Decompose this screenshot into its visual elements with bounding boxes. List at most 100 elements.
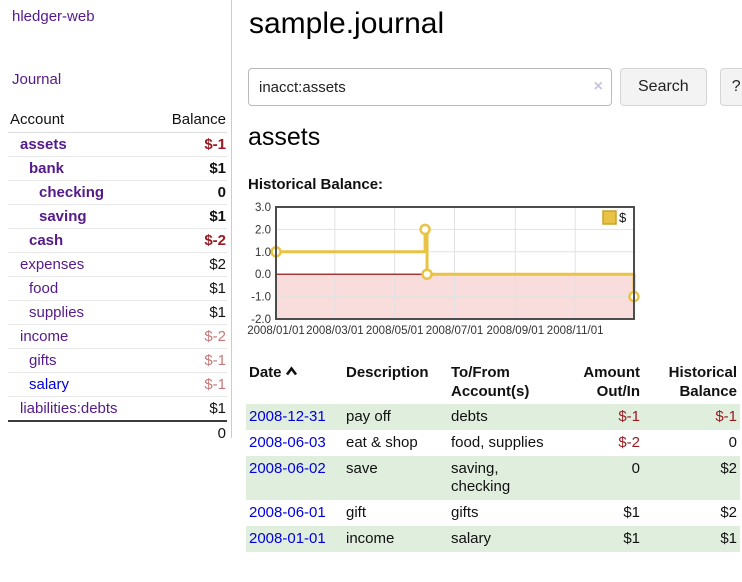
account-row: gifts $-1 — [8, 349, 227, 373]
search-form: × Search ? — [248, 68, 742, 106]
register-col-description: Description — [343, 361, 448, 404]
transaction-row[interactable]: 2008-01-01incomesalary$1$1 — [246, 526, 740, 552]
clear-search-icon[interactable]: × — [594, 77, 603, 97]
transaction-row[interactable]: 2008-06-02 savesaving, checking0$2 — [246, 456, 740, 500]
transaction-amount: 0 — [570, 456, 643, 500]
account-link[interactable]: salary — [29, 376, 69, 393]
account-link[interactable]: assets — [20, 136, 67, 153]
account-link[interactable]: income — [20, 328, 68, 345]
account-row: saving $1 — [8, 205, 227, 229]
transaction-date-link[interactable]: 2008-06-02 — [249, 460, 326, 477]
sidebar: hledger-web Journal Account Balance asse… — [0, 0, 232, 438]
y-tick-label: 2.0 — [255, 224, 271, 236]
account-link[interactable]: liabilities:debts — [20, 400, 118, 417]
account-balance: $1 — [152, 157, 227, 181]
register-table-body: 2008-12-31pay offdebts$-1$-12008-06-03ea… — [246, 404, 740, 552]
account-row: supplies $1 — [8, 301, 227, 325]
account-balance: $1 — [152, 277, 227, 301]
page-title: sample.journal — [246, 0, 742, 41]
app-brand-link[interactable]: hledger-web — [12, 8, 95, 25]
account-balance: $1 — [152, 205, 227, 229]
account-balance: $-1 — [152, 373, 227, 397]
transaction-accounts: gifts — [448, 500, 570, 526]
transaction-description: pay off — [343, 404, 448, 430]
transaction-date-link[interactable]: 2008-06-03 — [249, 434, 326, 451]
register-col-date[interactable]: Date — [246, 361, 343, 404]
accounts-table-body: assets$-1bank$1checking0saving$1cash$-2e… — [8, 133, 227, 422]
transaction-date-link[interactable]: 2008-12-31 — [249, 408, 326, 425]
transaction-accounts: debts — [448, 404, 570, 430]
transaction-date-link[interactable]: 2008-06-01 — [249, 504, 326, 521]
legend-swatch — [603, 211, 616, 224]
transaction-balance: $2 — [643, 456, 740, 500]
account-balance: $-1 — [152, 133, 227, 157]
register-header-row: Date Description To/From Account(s) Amou… — [246, 361, 740, 404]
transaction-description: gift — [343, 500, 448, 526]
accounts-table: Account Balance assets $-1 bank $1 checking 0… — [8, 108, 227, 445]
y-tick-label: 3.0 — [255, 202, 271, 214]
accounts-header-row: Account Balance — [8, 108, 227, 133]
account-link[interactable]: supplies — [29, 304, 84, 321]
accounts-col-balance: Balance — [152, 108, 227, 133]
account-link[interactable]: bank — [29, 160, 64, 177]
account-balance: $-1 — [152, 349, 227, 373]
account-link[interactable]: cash — [29, 232, 63, 249]
account-link[interactable]: saving — [39, 208, 87, 225]
account-link[interactable]: gifts — [29, 352, 57, 369]
transaction-balance: 0 — [643, 430, 740, 456]
transaction-amount: $-2 — [570, 430, 643, 456]
account-link[interactable]: food — [29, 280, 58, 297]
transaction-amount: $-1 — [570, 404, 643, 430]
transaction-accounts: food, supplies — [448, 430, 570, 456]
transaction-row[interactable]: 2008-06-03 eat & shopfood, supplies$-20 — [246, 430, 740, 456]
account-row: salary $-1 — [8, 373, 227, 397]
account-link[interactable]: checking — [39, 184, 104, 201]
balance-chart: 3.02.01.00.0-1.0-2.02008/01/012008/03/01… — [246, 202, 740, 347]
help-button[interactable]: ? — [720, 68, 742, 106]
transaction-description: eat & shop — [343, 430, 448, 456]
account-row: bank $1 — [8, 157, 227, 181]
x-tick-label: 2008/05/01 — [366, 325, 424, 337]
account-row: income$-2 — [8, 325, 227, 349]
x-tick-label: 2008/07/01 — [426, 325, 484, 337]
register-col-amount: Amount Out/In — [570, 361, 643, 404]
transaction-balance: $1 — [643, 526, 740, 552]
account-balance: $1 — [152, 301, 227, 325]
transaction-date-link[interactable]: 2008-01-01 — [249, 530, 326, 547]
sort-asc-icon — [285, 363, 298, 382]
transaction-amount: $1 — [570, 526, 643, 552]
transaction-description: income — [343, 526, 448, 552]
nav-journal-link[interactable]: Journal — [12, 71, 61, 88]
accounts-total-row: 0 — [8, 421, 227, 445]
data-point-marker — [423, 270, 432, 279]
transaction-row[interactable]: 2008-12-31pay offdebts$-1$-1 — [246, 404, 740, 430]
register-col-balance: Historical Balance — [643, 361, 740, 404]
main-content: sample.journal × Search ? assets Histori… — [246, 0, 742, 41]
transaction-row[interactable]: 2008-06-01 giftgifts$1$2 — [246, 500, 740, 526]
transaction-accounts: saving, checking — [448, 456, 570, 500]
account-row: food $1 — [8, 277, 227, 301]
x-tick-label: 2008/01/01 — [247, 325, 305, 337]
x-tick-label: 2008/03/01 — [306, 325, 364, 337]
account-heading: assets — [248, 123, 320, 152]
x-tick-label: 2008/11/01 — [547, 325, 604, 337]
register-col-accounts: To/From Account(s) — [448, 361, 570, 404]
register-table: Date Description To/From Account(s) Amou… — [246, 361, 740, 552]
search-button[interactable]: Search — [620, 68, 707, 106]
account-link[interactable]: expenses — [20, 256, 84, 273]
accounts-col-account: Account — [8, 108, 152, 133]
y-tick-label: 0.0 — [255, 269, 271, 281]
account-row: checking 0 — [8, 181, 227, 205]
transaction-accounts: salary — [448, 526, 570, 552]
transaction-balance: $2 — [643, 500, 740, 526]
data-point-marker — [421, 225, 430, 234]
transaction-amount: $1 — [570, 500, 643, 526]
transaction-description: save — [343, 456, 448, 500]
account-row: assets $-1 — [8, 133, 227, 157]
search-input[interactable] — [248, 68, 612, 106]
account-balance: 0 — [152, 181, 227, 205]
account-row: expenses$2 — [8, 253, 227, 277]
y-tick-label: 1.0 — [255, 247, 271, 259]
account-row: cash$-2 — [8, 229, 227, 253]
x-tick-label: 2008/09/01 — [487, 325, 545, 337]
